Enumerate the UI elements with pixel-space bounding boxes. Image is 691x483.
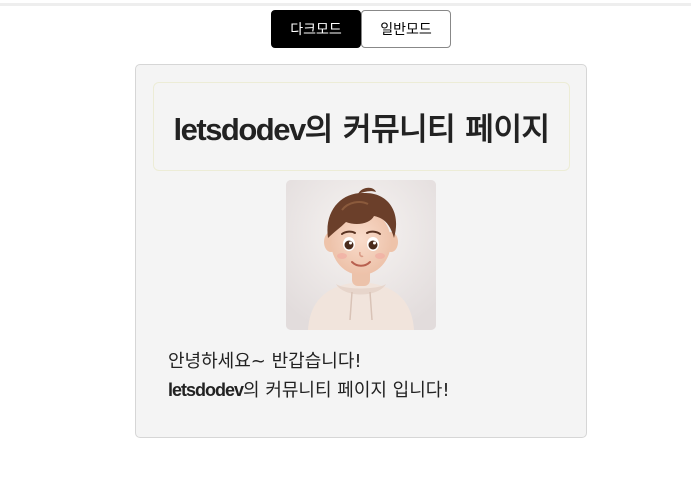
intro-brand: letsdodev — [168, 380, 244, 400]
mode-toggle-group: 다크모드 일반모드 — [271, 10, 451, 48]
avatar-illustration — [286, 180, 436, 330]
avatar — [286, 180, 436, 330]
intro-suffix: 의 커뮤니티 페이지 입니다! — [243, 380, 450, 401]
greeting-line: 안녕하세요~ 반갑습니다! — [168, 351, 362, 372]
title-brand: letsdodev — [173, 112, 307, 147]
dark-mode-button[interactable]: 다크모드 — [271, 10, 361, 48]
profile-card: letsdodev의 커뮤니티 페이지 안녕하세요~ 반갑습니다! letsdo… — [135, 64, 587, 438]
top-divider — [0, 0, 691, 6]
title-suffix: 의 커뮤니티 페이지 — [304, 112, 550, 148]
page-title: letsdodev의 커뮤니티 페이지 — [174, 104, 550, 149]
light-mode-button[interactable]: 일반모드 — [361, 10, 451, 48]
intro-line: letsdodev의 커뮤니티 페이지 입니다! — [168, 376, 568, 405]
title-box: letsdodev의 커뮤니티 페이지 — [153, 82, 570, 171]
intro-text: 안녕하세요~ 반갑습니다! letsdodev의 커뮤니티 페이지 입니다! — [168, 347, 568, 405]
